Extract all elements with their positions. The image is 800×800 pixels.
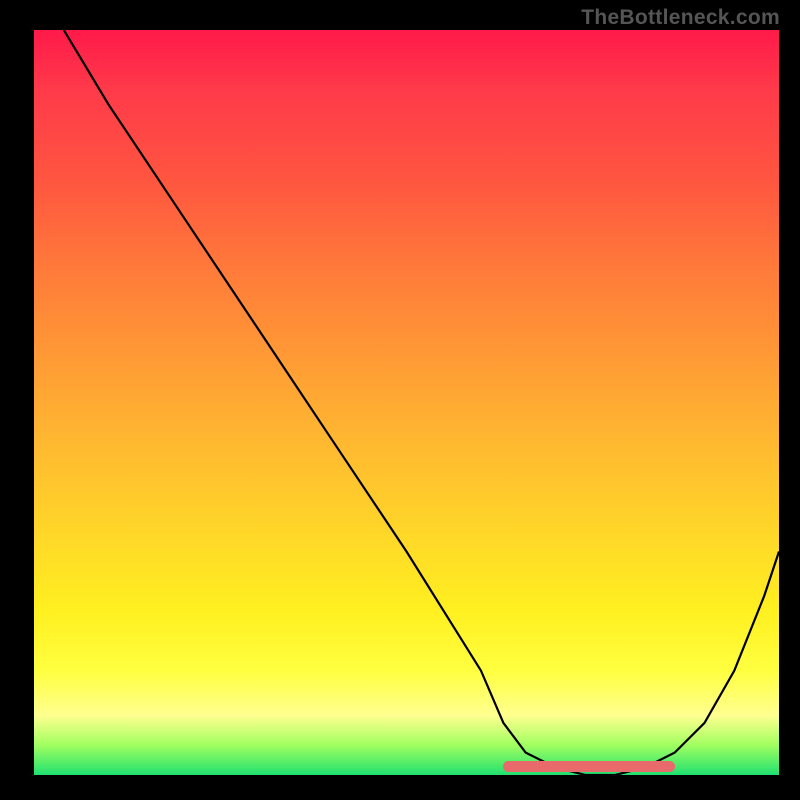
watermark-label: TheBottleneck.com xyxy=(581,6,780,30)
chart-plot-area xyxy=(34,30,779,775)
chart-curve xyxy=(34,30,779,775)
chart-accent-segment xyxy=(503,761,674,772)
